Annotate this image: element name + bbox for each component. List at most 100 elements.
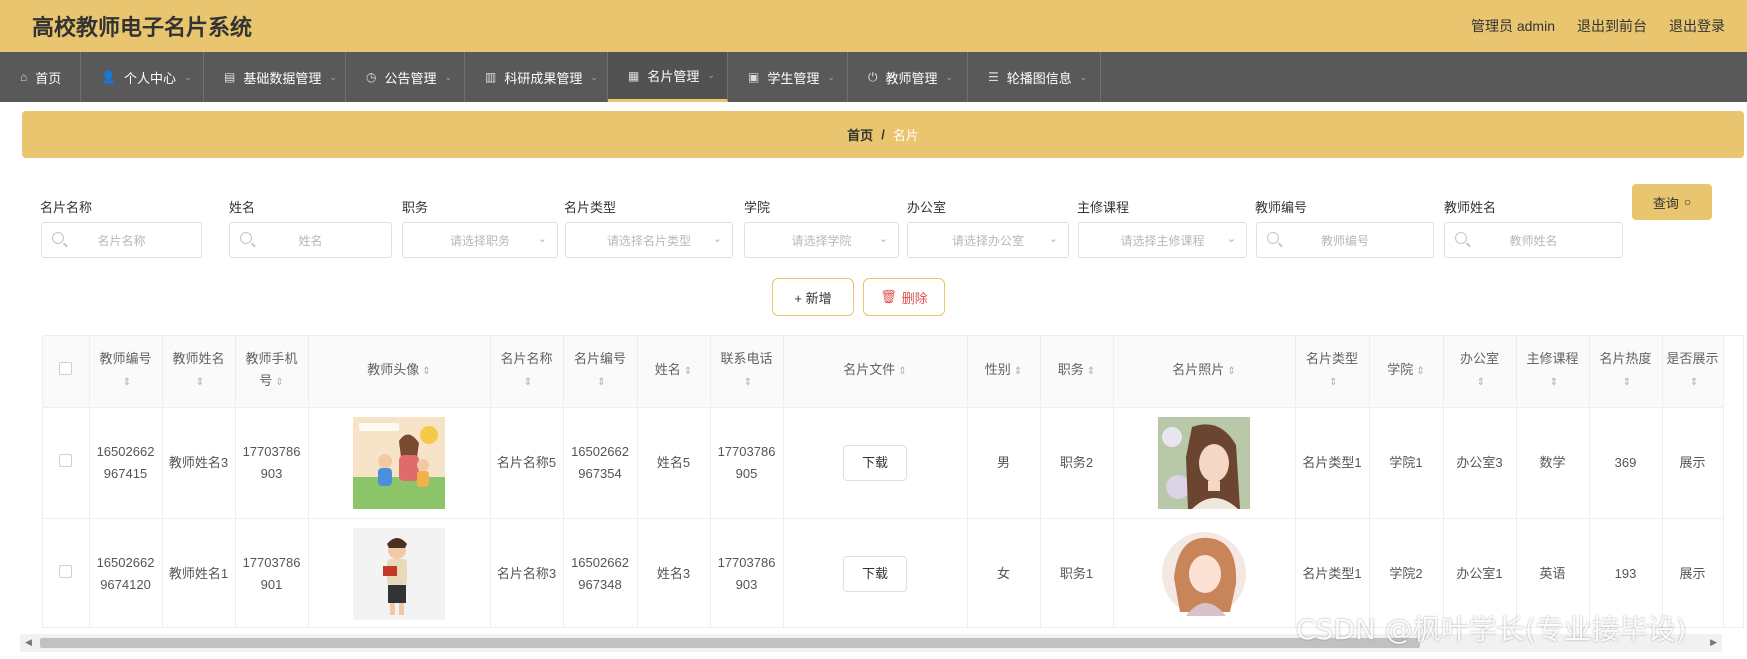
search-icon <box>1267 232 1279 244</box>
trash-icon: 🗑 <box>880 289 897 304</box>
user-icon: 👤 <box>101 70 116 84</box>
chevron-down-icon: ⌄ <box>707 70 715 80</box>
nav-item-home[interactable]: ⌂ 首页 <box>0 52 81 102</box>
cell-teacher-name: 教师姓名3 <box>162 407 236 519</box>
filter-label-teacher-name: 教师姓名 <box>1444 200 1497 215</box>
col-card-no[interactable]: 名片编号 ⇕ <box>563 336 638 408</box>
nav-item-student[interactable]: ▣ 学生管理 ⌄ <box>728 52 848 102</box>
cell-office: 办公室3 <box>1443 407 1517 519</box>
cell-phone: 17703786905 <box>710 407 784 519</box>
cell-teacher-avatar <box>308 407 491 519</box>
add-button[interactable]: + 新增 <box>772 278 854 316</box>
cell-hot: 369 <box>1589 407 1663 519</box>
cell-teacher-phone: 17703786903 <box>235 407 309 519</box>
scroll-right-icon[interactable]: ▶ <box>1710 637 1717 648</box>
filter-label-teacher-no: 教师编号 <box>1255 200 1308 215</box>
col-card-photo[interactable]: 名片照片 ⇕ <box>1113 336 1296 408</box>
cell-card-file: 下载 <box>783 407 968 519</box>
cell-teacher-no: 16502662967415 <box>89 407 163 519</box>
app-title: 高校教师电子名片系统 <box>32 15 253 40</box>
nav-item-teacher[interactable]: ⏻ 教师管理 ⌄ <box>848 52 968 102</box>
search-icon <box>52 232 64 244</box>
nav-label: 首页 <box>35 70 62 86</box>
download-button[interactable]: 下载 <box>843 555 907 592</box>
college-select[interactable]: 请选择学院 ⌄ <box>744 222 899 258</box>
col-phone[interactable]: 联系电话 ⇕ <box>710 336 784 408</box>
download-button[interactable]: 下载 <box>843 444 907 481</box>
nav-item-base-data[interactable]: ▤ 基础数据管理 ⌄ <box>204 52 346 102</box>
col-card-type[interactable]: 名片类型 ⇕ <box>1295 336 1370 408</box>
col-name[interactable]: 姓名 ⇕ <box>637 336 711 408</box>
sort-icon: ⇕ <box>1013 366 1023 378</box>
breadcrumb-home[interactable]: 首页 <box>847 125 873 144</box>
chevron-down-icon: ⌄ <box>712 233 722 245</box>
filter-label-position: 职务 <box>402 200 429 215</box>
card-type-select[interactable]: 请选择名片类型 ⌄ <box>565 222 733 258</box>
sort-icon: ⇕ <box>1476 377 1486 389</box>
col-gender[interactable]: 性别 ⇕ <box>967 336 1041 408</box>
card-name-input[interactable]: 名片名称 <box>41 222 202 258</box>
nav-label: 科研成果管理 <box>504 70 583 86</box>
teacher-name-input[interactable]: 教师姓名 <box>1444 222 1623 258</box>
office-select[interactable]: 请选择办公室 ⌄ <box>907 222 1069 258</box>
cell-teacher-avatar <box>308 518 491 627</box>
row-checkbox[interactable] <box>43 518 90 627</box>
nav-label: 教师管理 <box>885 70 938 86</box>
col-office[interactable]: 办公室 ⇕ <box>1443 336 1517 408</box>
col-course[interactable]: 主修课程 ⇕ <box>1516 336 1590 408</box>
col-teacher-no[interactable]: 教师编号 ⇕ <box>89 336 163 408</box>
breadcrumb: 首页 / 名片 <box>22 111 1744 158</box>
nav-label: 个人中心 <box>123 70 176 86</box>
position-select[interactable]: 请选择职务 ⌄ <box>402 222 558 258</box>
cell-card-photo <box>1113 518 1296 627</box>
chevron-down-icon: ⌄ <box>537 233 547 245</box>
select-all-checkbox[interactable] <box>43 336 90 408</box>
col-show[interactable]: 是否展示 ⇕ <box>1662 336 1724 408</box>
cell-card-no: 16502662967348 <box>563 518 638 627</box>
nav-label: 公告管理 <box>384 70 437 86</box>
exit-to-front-link[interactable]: 退出到前台 <box>1577 16 1647 36</box>
query-button[interactable]: 查询 ○ <box>1632 184 1712 220</box>
scrollbar-thumb[interactable] <box>40 638 1420 648</box>
col-teacher-name[interactable]: 教师姓名 ⇕ <box>162 336 236 408</box>
scroll-left-icon[interactable]: ◀ <box>25 637 32 648</box>
nav-item-research[interactable]: ▥ 科研成果管理 ⌄ <box>465 52 608 102</box>
col-college[interactable]: 学院 ⇕ <box>1369 336 1444 408</box>
filter-label-course: 主修课程 <box>1077 200 1130 215</box>
col-card-file[interactable]: 名片文件 ⇕ <box>783 336 968 408</box>
nav-item-personal-center[interactable]: 👤 个人中心 ⌄ <box>81 52 204 102</box>
teacher-avatar-image <box>353 527 445 620</box>
cell-gender: 男 <box>967 407 1041 519</box>
cell-name: 姓名5 <box>637 407 711 519</box>
course-select[interactable]: 请选择主修课程 ⌄ <box>1078 222 1247 258</box>
sort-icon: ⇕ <box>683 366 693 378</box>
logout-link[interactable]: 退出登录 <box>1669 16 1725 36</box>
delete-button[interactable]: 🗑 删除 <box>863 278 945 316</box>
search-icon: ○ <box>1683 195 1692 209</box>
nav-item-notice[interactable]: ◷ 公告管理 ⌄ <box>346 52 465 102</box>
sort-icon: ⇕ <box>1549 377 1559 389</box>
cell-card-name: 名片名称5 <box>490 407 564 519</box>
teacher-no-input[interactable]: 教师编号 <box>1256 222 1434 258</box>
col-card-name[interactable]: 名片名称 ⇕ <box>490 336 564 408</box>
row-checkbox[interactable] <box>43 407 90 519</box>
col-teacher-phone[interactable]: 教师手机号 ⇕ <box>235 336 309 408</box>
col-position[interactable]: 职务 ⇕ <box>1040 336 1114 408</box>
database-icon: ▤ <box>224 70 236 84</box>
cell-gender: 女 <box>967 518 1041 627</box>
clock-icon: ◷ <box>366 70 377 84</box>
card-table: 教师编号 ⇕ 教师姓名 ⇕ 教师手机号 ⇕ 教师头像 ⇕ 名片名称 ⇕ 名片编号 ⇕ 姓名 ⇕… <box>42 335 1744 628</box>
chevron-down-icon: ⌄ <box>945 71 954 82</box>
filter-label-office: 办公室 <box>907 200 947 215</box>
cell-course: 数学 <box>1516 407 1590 519</box>
sort-icon: ⇕ <box>122 377 132 389</box>
list-icon: ☰ <box>988 70 999 84</box>
nav-item-carousel[interactable]: ☰ 轮播图信息 ⌄ <box>968 52 1101 102</box>
col-teacher-avatar[interactable]: 教师头像 ⇕ <box>308 336 491 408</box>
nav-item-card[interactable]: ▦ 名片管理 ⌄ <box>608 52 728 102</box>
sort-icon: ⇕ <box>743 377 753 389</box>
col-hot[interactable]: 名片热度 ⇕ <box>1589 336 1663 408</box>
name-input[interactable]: 姓名 <box>229 222 392 258</box>
sort-icon: ⇕ <box>1329 377 1338 389</box>
home-icon: ⌂ <box>20 70 28 84</box>
